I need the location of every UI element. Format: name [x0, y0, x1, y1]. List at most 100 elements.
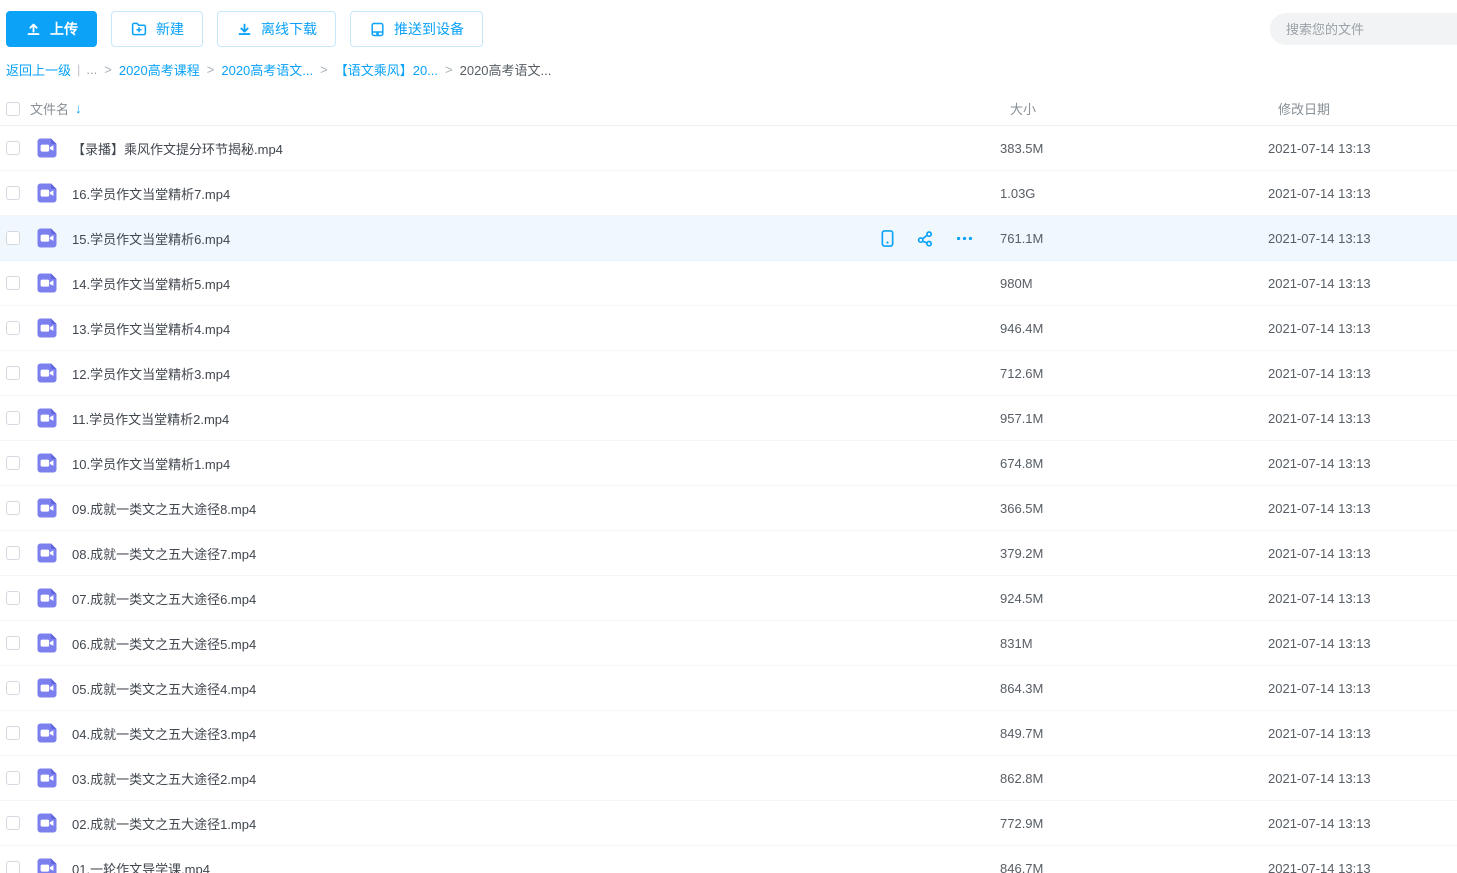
video-file-icon [35, 766, 59, 790]
file-date: 2021-07-14 13:13 [1268, 816, 1457, 831]
row-checkbox[interactable] [6, 276, 20, 290]
file-date: 2021-07-14 13:13 [1268, 321, 1457, 336]
row-checkbox[interactable] [6, 816, 20, 830]
table-row[interactable]: 06.成就一类文之五大途径5.mp4 831M 2021-07-14 13:13 [0, 621, 1457, 666]
table-row[interactable]: 16.学员作文当堂精析7.mp4 1.03G 2021-07-14 13:13 [0, 171, 1457, 216]
row-checkbox[interactable] [6, 726, 20, 740]
file-size: 712.6M [1000, 366, 1268, 381]
breadcrumb-link-1[interactable]: 2020高考课程 [119, 60, 200, 79]
select-all-checkbox[interactable] [6, 102, 20, 116]
row-checkbox[interactable] [6, 861, 20, 873]
video-file-icon [35, 361, 59, 385]
upload-button-label: 上传 [50, 19, 78, 39]
table-row[interactable]: 12.学员作文当堂精析3.mp4 712.6M 2021-07-14 13:13 [0, 351, 1457, 396]
file-date: 2021-07-14 13:13 [1268, 636, 1457, 651]
table-row[interactable]: 08.成就一类文之五大途径7.mp4 379.2M 2021-07-14 13:… [0, 531, 1457, 576]
table-row[interactable]: 【录播】乘风作文提分环节揭秘.mp4 383.5M 2021-07-14 13:… [0, 126, 1457, 171]
breadcrumb-collapsed-ellipsis[interactable]: ... [86, 62, 97, 77]
push-to-device-button[interactable]: 推送到设备 [350, 11, 483, 47]
file-date: 2021-07-14 13:13 [1268, 726, 1457, 741]
file-name: 07.成就一类文之五大途径6.mp4 [72, 589, 256, 608]
file-date: 2021-07-14 13:13 [1268, 411, 1457, 426]
send-to-phone-icon[interactable] [879, 229, 896, 248]
row-checkbox[interactable] [6, 321, 20, 335]
file-size: 674.8M [1000, 456, 1268, 471]
file-name: 08.成就一类文之五大途径7.mp4 [72, 544, 256, 563]
video-file-icon [35, 181, 59, 205]
file-name: 09.成就一类文之五大途径8.mp4 [72, 499, 256, 518]
row-checkbox[interactable] [6, 186, 20, 200]
breadcrumb-separator: > [320, 62, 328, 77]
file-name: 11.学员作文当堂精析2.mp4 [72, 409, 229, 428]
row-checkbox[interactable] [6, 501, 20, 515]
video-file-icon [35, 676, 59, 700]
table-row[interactable]: 02.成就一类文之五大途径1.mp4 772.9M 2021-07-14 13:… [0, 801, 1457, 846]
video-file-icon [35, 541, 59, 565]
file-date: 2021-07-14 13:13 [1268, 501, 1457, 516]
file-name: 06.成就一类文之五大途径5.mp4 [72, 634, 256, 653]
file-name: 10.学员作文当堂精析1.mp4 [72, 454, 230, 473]
file-name: 【录播】乘风作文提分环节揭秘.mp4 [72, 139, 283, 158]
file-date: 2021-07-14 13:13 [1268, 861, 1457, 873]
video-file-icon [35, 631, 59, 655]
file-size: 924.5M [1000, 591, 1268, 606]
table-row[interactable]: 09.成就一类文之五大途径8.mp4 366.5M 2021-07-14 13:… [0, 486, 1457, 531]
file-name: 15.学员作文当堂精析6.mp4 [72, 229, 230, 248]
video-file-icon [35, 811, 59, 835]
column-header-date[interactable]: 修改日期 [1268, 99, 1457, 118]
row-checkbox[interactable] [6, 411, 20, 425]
breadcrumb-back-link[interactable]: 返回上一级 [6, 60, 71, 79]
file-size: 957.1M [1000, 411, 1268, 426]
table-row[interactable]: 11.学员作文当堂精析2.mp4 957.1M 2021-07-14 13:13 [0, 396, 1457, 441]
row-checkbox[interactable] [6, 591, 20, 605]
table-row[interactable]: 14.学员作文当堂精析5.mp4 980M 2021-07-14 13:13 [0, 261, 1457, 306]
breadcrumb-link-2[interactable]: 2020高考语文... [221, 60, 313, 79]
breadcrumb-link-3[interactable]: 【语文乘风】20... [335, 60, 438, 79]
file-name: 14.学员作文当堂精析5.mp4 [72, 274, 230, 293]
row-checkbox[interactable] [6, 141, 20, 155]
download-icon [236, 21, 253, 38]
row-actions [879, 229, 974, 248]
file-date: 2021-07-14 13:13 [1268, 231, 1457, 246]
table-row[interactable]: 13.学员作文当堂精析4.mp4 946.4M 2021-07-14 13:13 [0, 306, 1457, 351]
breadcrumb-divider: | [77, 62, 80, 77]
table-row[interactable]: 01.一轮作文导学课.mp4 846.7M 2021-07-14 13:13 [0, 846, 1457, 873]
breadcrumb-separator: > [445, 62, 453, 77]
row-checkbox[interactable] [6, 456, 20, 470]
file-date: 2021-07-14 13:13 [1268, 771, 1457, 786]
column-header-size[interactable]: 大小 [1000, 99, 1268, 118]
file-date: 2021-07-14 13:13 [1268, 591, 1457, 606]
file-date: 2021-07-14 13:13 [1268, 186, 1457, 201]
upload-button[interactable]: 上传 [6, 11, 97, 47]
row-checkbox[interactable] [6, 636, 20, 650]
row-checkbox[interactable] [6, 771, 20, 785]
sort-descending-icon[interactable]: ↓ [75, 101, 82, 116]
row-checkbox[interactable] [6, 366, 20, 380]
upload-icon [25, 21, 42, 38]
table-row[interactable]: 15.学员作文当堂精析6.mp4 [0, 216, 1457, 261]
file-size: 862.8M [1000, 771, 1268, 786]
table-row[interactable]: 07.成就一类文之五大途径6.mp4 924.5M 2021-07-14 13:… [0, 576, 1457, 621]
search-input[interactable] [1270, 13, 1457, 45]
table-header: 文件名 ↓ 大小 修改日期 [0, 92, 1457, 126]
table-row[interactable]: 10.学员作文当堂精析1.mp4 674.8M 2021-07-14 13:13 [0, 441, 1457, 486]
more-icon[interactable] [955, 229, 974, 248]
file-size: 772.9M [1000, 816, 1268, 831]
table-row[interactable]: 05.成就一类文之五大途径4.mp4 864.3M 2021-07-14 13:… [0, 666, 1457, 711]
row-checkbox[interactable] [6, 231, 20, 245]
share-icon[interactable] [916, 229, 935, 248]
file-date: 2021-07-14 13:13 [1268, 366, 1457, 381]
file-size: 761.1M [1000, 231, 1268, 246]
file-name: 03.成就一类文之五大途径2.mp4 [72, 769, 256, 788]
row-checkbox[interactable] [6, 681, 20, 695]
file-date: 2021-07-14 13:13 [1268, 546, 1457, 561]
offline-download-button-label: 离线下载 [261, 19, 317, 39]
file-name: 12.学员作文当堂精析3.mp4 [72, 364, 230, 383]
table-row[interactable]: 03.成就一类文之五大途径2.mp4 862.8M 2021-07-14 13:… [0, 756, 1457, 801]
new-button[interactable]: 新建 [111, 11, 203, 47]
column-header-filename[interactable]: 文件名 [30, 99, 69, 118]
row-checkbox[interactable] [6, 546, 20, 560]
table-row[interactable]: 04.成就一类文之五大途径3.mp4 849.7M 2021-07-14 13:… [0, 711, 1457, 756]
offline-download-button[interactable]: 离线下载 [217, 11, 336, 47]
file-name: 01.一轮作文导学课.mp4 [72, 859, 210, 873]
